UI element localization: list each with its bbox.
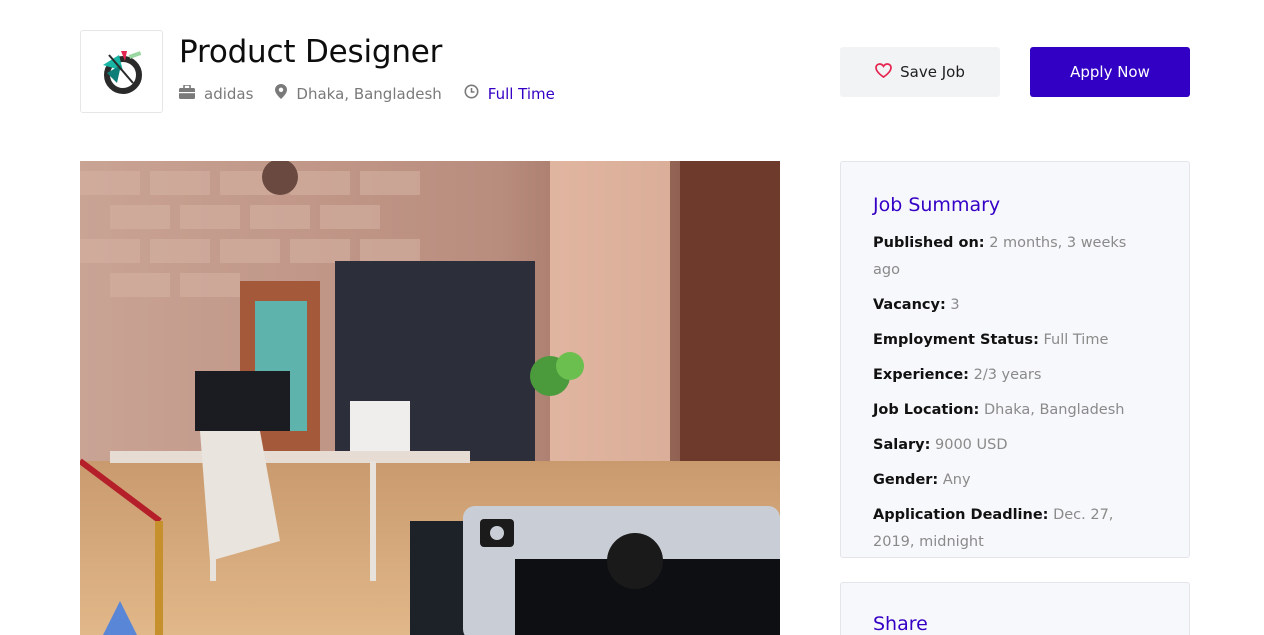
- summary-row-gender: Gender: Any: [873, 467, 1157, 494]
- briefcase-icon: [179, 83, 204, 103]
- company-logo: [80, 30, 163, 113]
- summary-value: Dhaka, Bangladesh: [983, 402, 1125, 418]
- summary-value: 3: [950, 297, 960, 313]
- summary-label: Job Location:: [873, 402, 980, 418]
- summary-row-employment-status: Employment Status: Full Time: [873, 327, 1157, 354]
- job-summary-panel: Job Summary Published on: 2 months, 3 we…: [840, 161, 1190, 558]
- company-meta: adidas: [179, 83, 254, 103]
- job-type[interactable]: Full Time: [488, 85, 555, 103]
- job-cover-image: [80, 161, 780, 635]
- heart-icon: [875, 62, 900, 82]
- summary-row-job-location: Job Location: Dhaka, Bangladesh: [873, 397, 1157, 424]
- summary-label: Employment Status:: [873, 332, 1039, 348]
- summary-label: Vacancy:: [873, 297, 946, 313]
- job-type-meta: Full Time: [464, 84, 555, 103]
- summary-value: 9000 USD: [935, 437, 1008, 453]
- location-meta: Dhaka, Bangladesh: [275, 84, 442, 103]
- summary-value: 2/3 years: [973, 367, 1042, 383]
- summary-label: Application Deadline:: [873, 507, 1049, 523]
- summary-label: Published on:: [873, 235, 985, 251]
- company-name: adidas: [204, 84, 254, 103]
- summary-value: Any: [942, 472, 971, 488]
- summary-row-published: Published on: 2 months, 3 weeks ago: [873, 230, 1157, 284]
- summary-label: Gender:: [873, 472, 939, 488]
- apply-now-button[interactable]: Apply Now: [1030, 47, 1190, 97]
- save-job-button[interactable]: Save Job: [840, 47, 1000, 97]
- job-location: Dhaka, Bangladesh: [296, 84, 442, 103]
- job-summary-heading: Job Summary: [873, 194, 1001, 216]
- share-heading: Share: [873, 613, 928, 635]
- summary-row-salary: Salary: 9000 USD: [873, 432, 1157, 459]
- clock-icon: [464, 84, 488, 103]
- summary-value: Full Time: [1043, 332, 1109, 348]
- job-title: Product Designer: [179, 34, 443, 70]
- summary-label: Experience:: [873, 367, 969, 383]
- map-pin-icon: [275, 84, 296, 103]
- job-header: Product Designer adidas Dhaka, Banglades…: [80, 30, 1190, 114]
- summary-row-experience: Experience: 2/3 years: [873, 362, 1157, 389]
- summary-row-vacancy: Vacancy: 3: [873, 292, 1157, 319]
- job-meta: adidas Dhaka, Bangladesh Full Time: [179, 83, 577, 103]
- save-job-label: Save Job: [900, 63, 965, 81]
- summary-label: Salary:: [873, 437, 931, 453]
- summary-row-deadline: Application Deadline: Dec. 27, 2019, mid…: [873, 502, 1157, 556]
- share-panel: Share: [840, 582, 1190, 635]
